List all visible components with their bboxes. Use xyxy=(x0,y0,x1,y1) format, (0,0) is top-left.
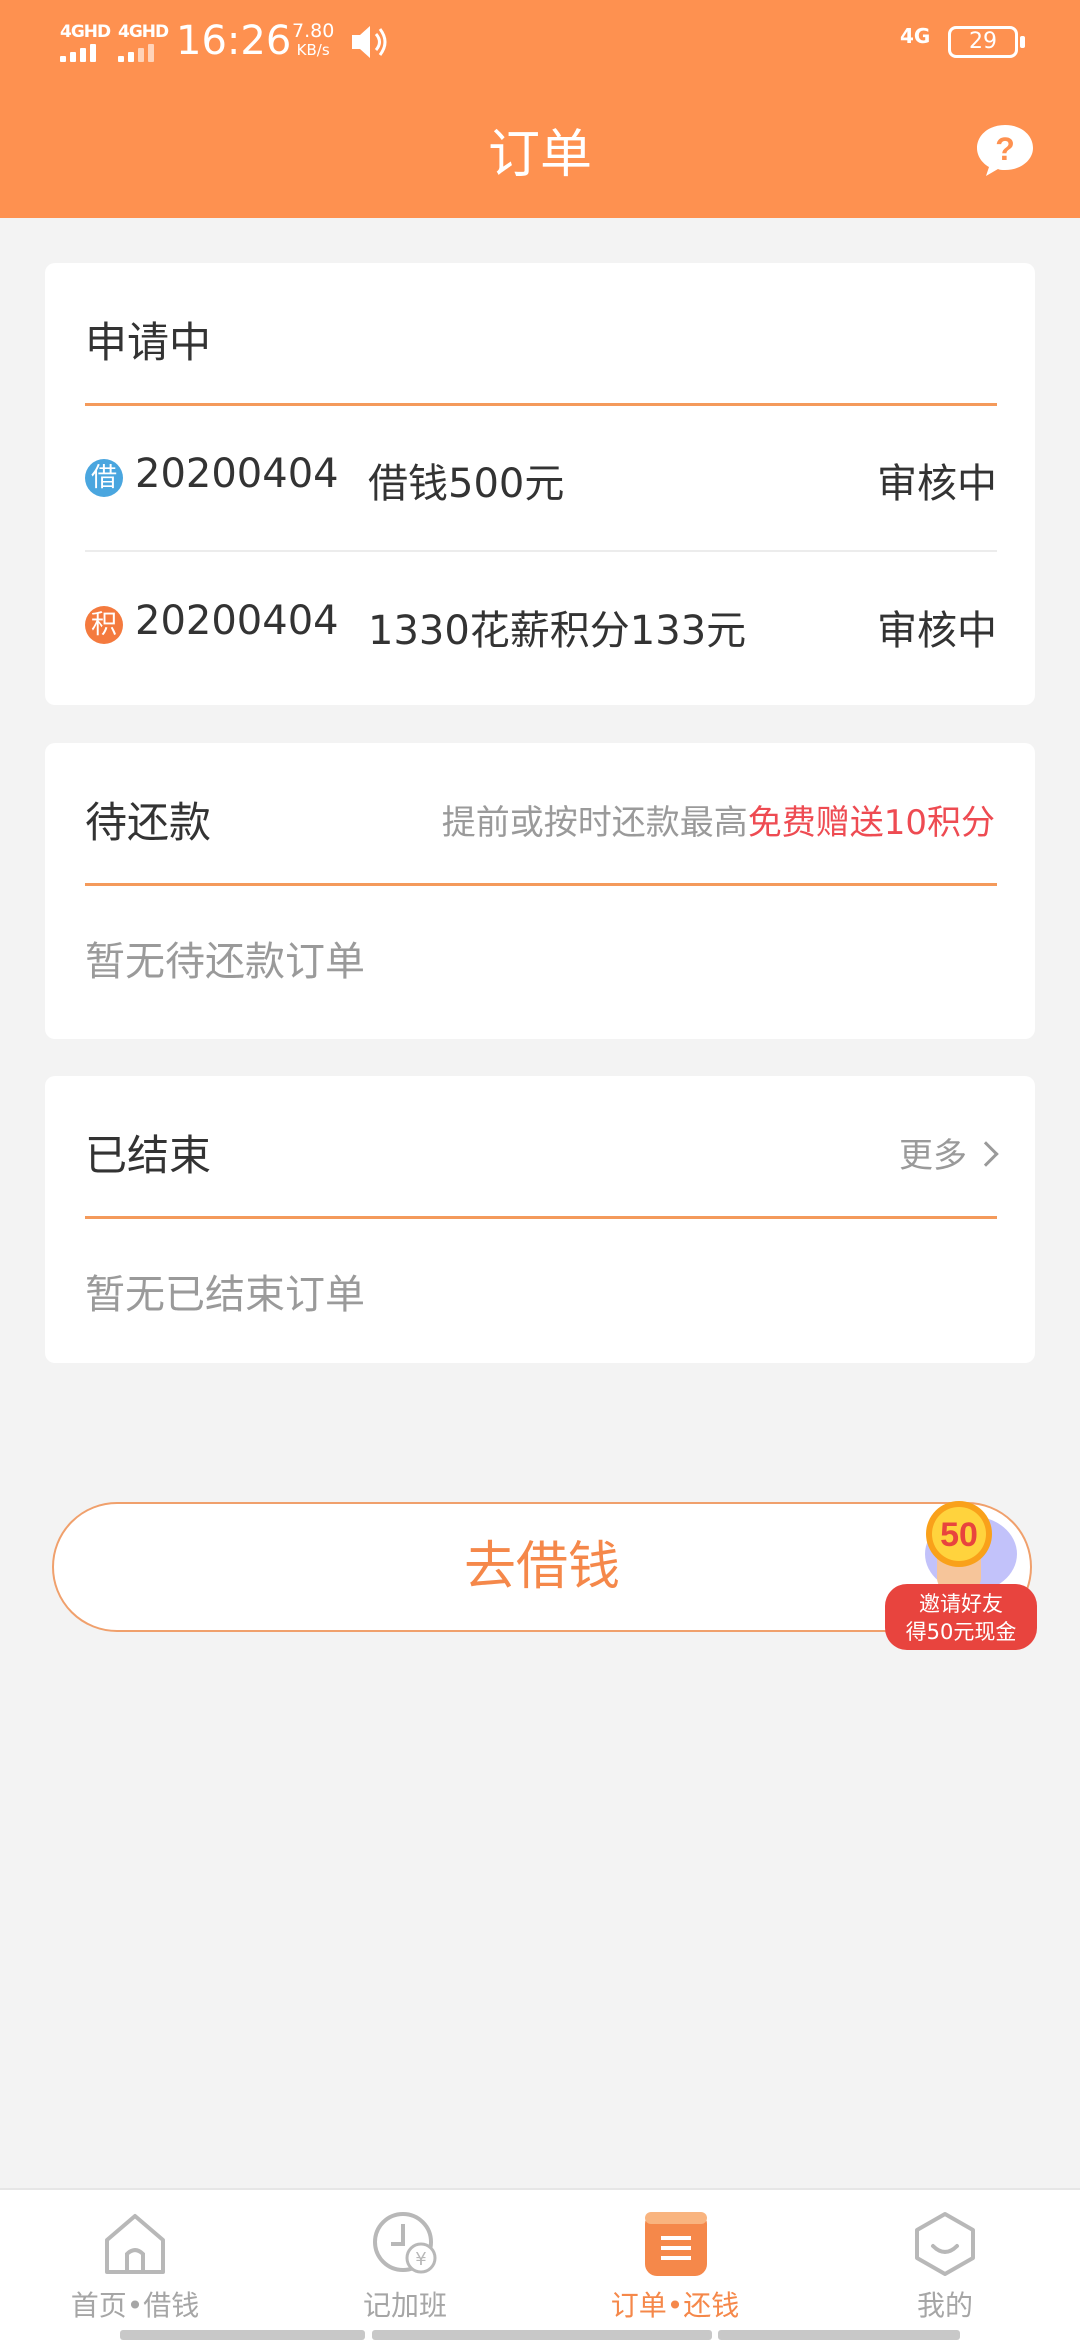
invite-line-2: 得50元现金 xyxy=(905,1620,1017,1644)
order-row[interactable]: 积 20200404 1330花薪积分133元 审核中 xyxy=(85,590,997,670)
tab-label: 记加班 xyxy=(362,2289,447,2322)
signal-bars-icon xyxy=(60,44,106,62)
tab-orders[interactable]: 订单•还钱 xyxy=(585,2210,765,2324)
smiley-icon xyxy=(915,2212,975,2276)
net-speed: 7.80 KB/s xyxy=(292,22,334,60)
nav-gesture-bar[interactable] xyxy=(120,2330,365,2340)
tab-label: 首页•借钱 xyxy=(70,2289,200,2322)
net-speed-unit: KB/s xyxy=(296,41,330,59)
order-number: 20200404 xyxy=(135,451,339,497)
order-row[interactable]: 借 20200404 借钱500元 审核中 xyxy=(85,443,997,523)
applying-card: 申请中 借 20200404 借钱500元 审核中 积 20200404 133… xyxy=(45,263,1035,705)
svg-text:?: ? xyxy=(995,131,1015,167)
tab-label: 我的 xyxy=(916,2289,973,2322)
nav-gesture-bar[interactable] xyxy=(718,2330,960,2340)
chevron-right-icon xyxy=(973,1141,999,1167)
invite-line-1: 邀请好友 xyxy=(919,1592,1003,1616)
tab-home[interactable]: 首页•借钱 xyxy=(45,2210,225,2324)
applying-divider xyxy=(85,403,997,406)
tab-mine[interactable]: 我的 xyxy=(855,2210,1035,2324)
finished-card: 已结束 更多 暂无已结束订单 xyxy=(45,1076,1035,1363)
svg-text:¥: ¥ xyxy=(415,2249,426,2270)
order-list-icon xyxy=(645,2212,707,2276)
bottom-tabbar: 首页•借钱 ¥ 记加班 订单•还钱 我的 xyxy=(0,2188,1080,2340)
pending-repay-divider xyxy=(85,883,997,886)
tab-label: 订单•还钱 xyxy=(610,2289,740,2322)
page-title: 订单 xyxy=(487,125,592,185)
clock: 16:26 xyxy=(176,18,292,64)
loan-badge-icon: 借 xyxy=(85,459,123,497)
battery-level: 29 xyxy=(969,29,997,54)
battery-icon: 29 xyxy=(948,26,1025,58)
net-speed-value: 7.80 xyxy=(292,20,335,42)
coin-icon: 50 xyxy=(925,1501,1017,1592)
order-number: 20200404 xyxy=(135,598,339,644)
finished-empty: 暂无已结束订单 xyxy=(85,1272,365,1318)
signal-1-label: 4GHD xyxy=(60,22,111,42)
header: 4GHD 4GHD 16:26 7.80 KB/s 4G 29 订单 ? xyxy=(0,0,1080,218)
repay-promo-highlight: 免费赠送10积分 xyxy=(747,803,995,843)
more-label: 更多 xyxy=(899,1136,967,1176)
repay-promo-text: 提前或按时还款最高 xyxy=(441,803,748,843)
nav-gesture-bar[interactable] xyxy=(372,2330,712,2340)
invite-bubble: 邀请好友 得50元现金 xyxy=(885,1584,1037,1650)
tab-overtime[interactable]: ¥ 记加班 xyxy=(315,2210,495,2324)
signal-bars-icon xyxy=(118,44,164,62)
coin-value: 50 xyxy=(940,1516,978,1554)
more-link[interactable]: 更多 xyxy=(899,1128,999,1177)
finished-divider xyxy=(85,1216,997,1219)
repay-promo: 提前或按时还款最高免费赠送10积分 xyxy=(442,795,995,844)
applying-title: 申请中 xyxy=(85,318,212,367)
signal-2-label: 4GHD xyxy=(118,22,169,42)
order-status: 审核中 xyxy=(877,461,997,507)
signal-2: 4GHD xyxy=(118,22,169,62)
order-description: 借钱500元 xyxy=(368,461,565,507)
clock-yen-icon: ¥ xyxy=(373,2212,437,2274)
pending-repay-title: 待还款 xyxy=(85,798,212,847)
row-divider xyxy=(85,550,997,552)
order-status: 审核中 xyxy=(877,608,997,654)
speaker-icon xyxy=(352,26,387,58)
points-badge-icon: 积 xyxy=(85,606,123,644)
finished-title: 已结束 xyxy=(85,1131,212,1180)
invite-widget[interactable]: 50 邀请好友 得50元现金 xyxy=(885,1498,1037,1650)
signal-1: 4GHD xyxy=(60,22,111,62)
status-bar: 4GHD 4GHD 16:26 7.80 KB/s 4G 29 xyxy=(0,0,1080,84)
pending-repay-card: 待还款 提前或按时还款最高免费赠送10积分 暂无待还款订单 xyxy=(45,743,1035,1039)
home-icon xyxy=(105,2214,165,2274)
question-icon[interactable]: ? xyxy=(974,122,1036,178)
pending-repay-empty: 暂无待还款订单 xyxy=(85,939,365,985)
order-description: 1330花薪积分133元 xyxy=(368,608,747,654)
network-type: 4G xyxy=(900,24,931,48)
